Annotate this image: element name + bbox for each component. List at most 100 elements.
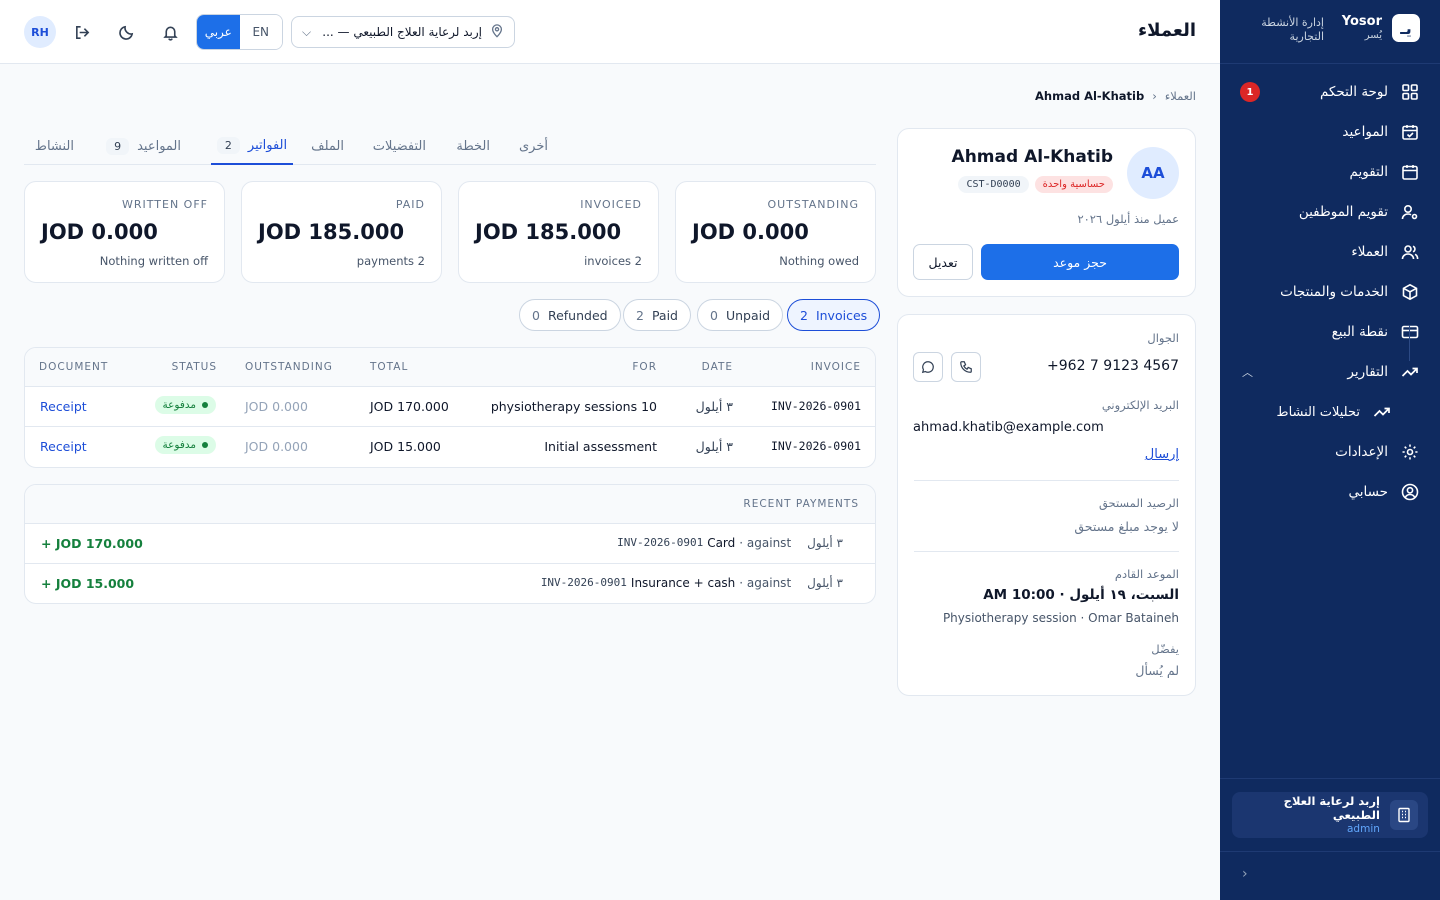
sidebar-item-appointments[interactable]: المواعيد: [1220, 112, 1440, 152]
status-label: مدفوعة: [162, 399, 196, 411]
tab-preferences[interactable]: التفضيلات: [373, 128, 426, 164]
credit-card-icon: [1400, 322, 1420, 342]
tab-invoices[interactable]: الفواتير 2: [211, 128, 293, 165]
payment-against: against ·: [739, 536, 792, 550]
breadcrumb-parent[interactable]: العملاء: [1165, 89, 1196, 103]
trending-up-icon: [1372, 402, 1392, 422]
tab-label: النشاط: [34, 138, 74, 154]
divider: [914, 480, 1179, 481]
sidebar-item-services[interactable]: الخدمات والمنتجات: [1220, 272, 1440, 312]
preference-label: يفضّل: [1151, 642, 1179, 656]
sidebar-item-account[interactable]: حسابي: [1220, 472, 1440, 512]
chat-bubble-icon[interactable]: [913, 352, 943, 382]
filter-paid[interactable]: 2 Paid: [623, 299, 691, 331]
sidebar-item-staff-calendar[interactable]: تقويم الموظفين: [1220, 192, 1440, 232]
filter-count: 2: [800, 307, 808, 323]
col-total: TOTAL: [370, 361, 409, 373]
notification-badge: 1: [1240, 82, 1260, 102]
org-switcher[interactable]: إربد لرعاية العلاج الطبيعي admin: [1232, 792, 1428, 838]
filter-label: Paid: [651, 307, 678, 323]
bell-icon[interactable]: [154, 16, 186, 48]
col-for: FOR: [632, 361, 657, 373]
sidebar-item-activity-analytics[interactable]: تحليلات النشاط: [1220, 392, 1440, 432]
next-appointment-when: السبت، ١٩ أيلول · 10:00 AM: [983, 587, 1179, 603]
payment-invoice: INV-2026-0901: [617, 536, 704, 549]
trending-up-icon: [1400, 362, 1420, 382]
breadcrumb: العملاء ‹ Ahmad Al-Khatib: [1035, 89, 1196, 103]
sidebar-nav: لوحة التحكم 1 المواعيد التقويم تقويم الم…: [1220, 72, 1440, 512]
invoice-total: JOD 15.000: [370, 439, 441, 454]
breadcrumb-current: Ahmad Al-Khatib: [1035, 89, 1145, 103]
moon-icon[interactable]: [110, 16, 142, 48]
tab-label: الخطة: [456, 138, 490, 154]
user-avatar[interactable]: RH: [24, 16, 56, 48]
receipt-link[interactable]: Receipt: [40, 439, 87, 454]
sidebar-item-label: العملاء: [1351, 244, 1388, 260]
logout-icon[interactable]: [66, 16, 98, 48]
edit-customer-button[interactable]: تعديل: [913, 244, 973, 280]
calendar-check-icon: [1400, 122, 1420, 142]
brand-sub: يُسر: [1364, 29, 1382, 41]
brand-name: Yosor: [1341, 14, 1382, 30]
filter-count: 2: [636, 307, 644, 323]
invoice-date: ٣ أيلول: [695, 399, 733, 414]
filter-invoices[interactable]: 2 Invoices: [787, 299, 881, 331]
stat-title: OUTSTANDING: [767, 198, 859, 211]
stat-sub: payments 2: [356, 254, 425, 268]
col-outstanding: OUTSTANDING: [245, 361, 333, 373]
org-name: إربد لرعاية العلاج الطبيعي: [1283, 794, 1380, 823]
col-document: DOCUMENT: [39, 361, 109, 373]
tab-other[interactable]: أخرى: [519, 128, 548, 164]
location-label: إربد لرعاية العلاج الطبيعي — ...: [322, 25, 482, 39]
payment-method: Insurance + cash: [630, 576, 736, 590]
stat-value: JOD 185.000: [258, 220, 405, 244]
filter-refunded[interactable]: 0 Refunded: [519, 299, 621, 331]
sidebar-item-customers[interactable]: العملاء: [1220, 232, 1440, 272]
phone-icon[interactable]: [951, 352, 981, 382]
tab-appointments[interactable]: المواعيد 9: [106, 128, 181, 164]
brand[interactable]: يـ Yosor يُسر: [1342, 14, 1420, 42]
map-pin-icon: [490, 23, 504, 41]
sidebar-item-reports[interactable]: التقارير ︿: [1220, 352, 1440, 392]
stat-outstanding: OUTSTANDING JOD 0.000 Nothing owed: [675, 181, 876, 283]
col-invoice: INVOICE: [810, 361, 861, 373]
location-selector[interactable]: إربد لرعاية العلاج الطبيعي — ... ⌵: [291, 16, 515, 48]
table-row[interactable]: INV-2026-0901 ٣ أيلول physiotherapy sess…: [25, 387, 875, 427]
customer-id-badge: CST-D0000: [958, 176, 1029, 193]
tab-label: الفواتير: [247, 138, 288, 153]
lang-english-button[interactable]: EN: [239, 15, 282, 49]
customer-avatar: AA: [1127, 147, 1179, 199]
tab-activity[interactable]: النشاط: [35, 128, 74, 164]
tab-count: 9: [106, 137, 130, 155]
org-role: admin: [1347, 822, 1380, 835]
payment-invoice: INV-2026-0901: [540, 576, 627, 589]
collapse-chevron-icon[interactable]: ›: [1242, 866, 1248, 882]
receipt-link[interactable]: Receipt: [40, 399, 87, 414]
table-row[interactable]: INV-2026-0901 ٣ أيلول Initial assessment…: [25, 427, 875, 467]
sidebar-item-label: حسابي: [1348, 484, 1388, 500]
payment-date: ٣ أيلول: [807, 576, 843, 590]
sidebar-item-label: الإعدادات: [1335, 444, 1388, 460]
filter-unpaid[interactable]: 0 Unpaid: [697, 299, 784, 331]
sidebar-item-settings[interactable]: الإعدادات: [1220, 432, 1440, 472]
sidebar-item-label: تحليلات النشاط: [1276, 404, 1360, 420]
chevron-left-icon: ‹: [1152, 89, 1157, 103]
tab-label: التفضيلات: [372, 138, 426, 154]
book-appointment-button[interactable]: حجز موعد: [981, 244, 1179, 280]
tab-plan[interactable]: الخطة: [456, 128, 490, 164]
allergy-badge: حساسية واحدة: [1034, 176, 1113, 193]
chevron-up-icon[interactable]: ︿: [1242, 364, 1253, 380]
balance-value: لا يوجد مبلغ مستحق: [1074, 519, 1179, 534]
sidebar-item-dashboard[interactable]: لوحة التحكم 1: [1220, 72, 1440, 112]
sidebar-item-pos[interactable]: نقطة البيع: [1220, 312, 1440, 352]
divider: [914, 551, 1179, 552]
status-badge: مدفوعة: [154, 396, 216, 414]
stat-title: INVOICED: [580, 198, 642, 211]
lang-arabic-button[interactable]: عربي: [197, 15, 240, 49]
balance-label: الرصيد المستحق: [1098, 496, 1179, 510]
send-email-link[interactable]: إرسال: [1145, 447, 1179, 462]
sidebar-item-calendar[interactable]: التقويم: [1220, 152, 1440, 192]
col-date: DATE: [701, 361, 733, 373]
payment-amount: + JOD 15.000: [41, 576, 135, 591]
tab-file[interactable]: الملف: [311, 128, 344, 164]
